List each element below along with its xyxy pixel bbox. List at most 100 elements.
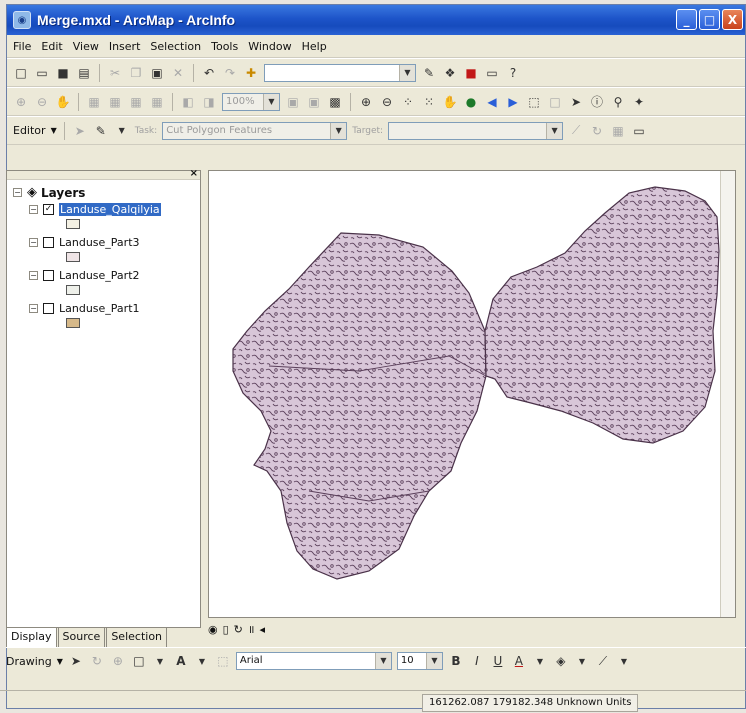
layout-pan-icon[interactable]: ✋ <box>55 94 71 110</box>
back-extent-layout-icon[interactable]: ◧ <box>180 94 196 110</box>
undo-icon[interactable]: ↶ <box>201 65 217 81</box>
editor-menu[interactable]: Editor <box>13 124 46 137</box>
pause-drawing-icon[interactable]: ॥ <box>248 622 255 637</box>
scroll-left-icon[interactable]: ◂ <box>259 623 265 636</box>
identify-icon[interactable]: ⓘ <box>589 94 605 110</box>
focus-data-frame-icon[interactable]: ▣ <box>306 94 322 110</box>
toggle-draft-icon[interactable]: ▣ <box>285 94 301 110</box>
new-document-icon[interactable]: □ <box>13 65 29 81</box>
rotate-icon[interactable]: ↻ <box>89 653 105 669</box>
layout-view-switch-icon[interactable]: ▯ <box>223 623 229 636</box>
menu-insert[interactable]: Insert <box>109 40 141 53</box>
sketch-tool-arrow-icon[interactable]: ▼ <box>114 123 130 139</box>
zoom-100-icon[interactable]: ▦ <box>107 94 123 110</box>
data-view-icon[interactable]: ◉ <box>208 623 218 636</box>
collapse-layer-icon[interactable]: − <box>29 205 38 214</box>
zoom-whole-page-icon[interactable]: ▦ <box>86 94 102 110</box>
split-tool-icon[interactable]: ⟋ <box>568 123 584 139</box>
menu-window[interactable]: Window <box>248 40 291 53</box>
select-elements-icon[interactable]: ➤ <box>568 94 584 110</box>
forward-extent-icon[interactable]: ▶ <box>505 94 521 110</box>
layer-row-landuse-qalqilyia[interactable]: − ✓ Landuse_Qalqilyia <box>29 202 161 217</box>
layer-visibility-checkbox[interactable]: ✓ <box>43 204 54 215</box>
cut-icon[interactable]: ✂ <box>107 65 123 81</box>
fill-color-icon[interactable]: ◈ <box>553 653 569 669</box>
redo-icon[interactable]: ↷ <box>222 65 238 81</box>
line-color-arrow-icon[interactable]: ▼ <box>616 653 632 669</box>
layer-symbol-swatch[interactable] <box>66 285 80 295</box>
map-vertical-scrollbar[interactable] <box>720 171 735 617</box>
layout-zoom-out-icon[interactable]: ⊖ <box>34 94 50 110</box>
fixed-zoom-in-icon[interactable]: ⁘ <box>400 94 416 110</box>
select-features-icon[interactable]: ⬚ <box>526 94 542 110</box>
menu-help[interactable]: Help <box>302 40 327 53</box>
fixed-zoom-out-layout-icon[interactable]: ▦ <box>149 94 165 110</box>
maximize-button[interactable]: □ <box>699 9 720 30</box>
map-display[interactable] <box>208 170 736 618</box>
scale-dropdown[interactable]: ▼ <box>264 63 416 82</box>
tab-source[interactable]: Source <box>57 628 106 648</box>
collapse-layer-icon[interactable]: − <box>29 271 38 280</box>
collapse-layer-icon[interactable]: − <box>29 304 38 313</box>
add-data-icon[interactable]: ✚ <box>243 65 259 81</box>
find-icon[interactable]: ⚲ <box>610 94 626 110</box>
underline-icon[interactable]: U <box>490 653 506 669</box>
attributes-icon[interactable]: ▦ <box>610 123 626 139</box>
close-button[interactable]: X <box>722 9 743 30</box>
layers-root-row[interactable]: − ◈ Layers <box>13 185 85 200</box>
layout-zoom-in-icon[interactable]: ⊕ <box>13 94 29 110</box>
font-color-arrow-icon[interactable]: ▼ <box>532 653 548 669</box>
collapse-layer-icon[interactable]: − <box>29 238 38 247</box>
fill-color-arrow-icon[interactable]: ▼ <box>574 653 590 669</box>
rectangle-icon[interactable]: □ <box>131 653 147 669</box>
layer-visibility-checkbox[interactable] <box>43 303 54 314</box>
delete-icon[interactable]: ✕ <box>170 65 186 81</box>
menu-file[interactable]: File <box>13 40 31 53</box>
font-dropdown[interactable]: Arial ▼ <box>235 652 392 670</box>
font-color-icon[interactable]: A <box>511 653 527 669</box>
task-dropdown[interactable]: Cut Polygon Features ▼ <box>162 121 348 140</box>
west-region-polygon[interactable] <box>232 232 487 580</box>
fixed-zoom-in-layout-icon[interactable]: ▦ <box>128 94 144 110</box>
layer-row-landuse-part2[interactable]: − Landuse_Part2 <box>29 268 140 283</box>
bold-icon[interactable]: B <box>448 653 464 669</box>
text-arrow-icon[interactable]: ▼ <box>194 653 210 669</box>
menu-edit[interactable]: Edit <box>41 40 62 53</box>
drawing-menu[interactable]: Drawing <box>6 655 52 668</box>
title-bar[interactable]: ◉ Merge.mxd - ArcMap - ArcInfo _ □ X <box>7 5 745 35</box>
minimize-button[interactable]: _ <box>676 9 697 30</box>
target-dropdown[interactable]: ▼ <box>388 121 564 140</box>
layer-row-landuse-part3[interactable]: − Landuse_Part3 <box>29 235 140 250</box>
layer-row-landuse-part1[interactable]: − Landuse_Part1 <box>29 301 140 316</box>
layer-visibility-checkbox[interactable] <box>43 270 54 281</box>
arccatalog-icon[interactable]: ❖ <box>442 65 458 81</box>
zoom-to-selected-icon[interactable]: ⊕ <box>110 653 126 669</box>
clear-selection-icon[interactable]: □ <box>547 94 563 110</box>
tab-selection[interactable]: Selection <box>106 628 168 648</box>
font-size-dropdown[interactable]: 10 ▼ <box>396 652 443 670</box>
layout-view-icon[interactable]: ▩ <box>327 94 343 110</box>
select-elements-icon[interactable]: ➤ <box>68 653 84 669</box>
new-text-icon[interactable]: A <box>173 653 189 669</box>
zoom-percent-dropdown[interactable]: 100% ▼ <box>222 92 280 111</box>
menu-selection[interactable]: Selection <box>150 40 201 53</box>
sketch-properties-icon[interactable]: ▭ <box>631 123 647 139</box>
full-extent-icon[interactable]: ● <box>463 94 479 110</box>
zoom-out-icon[interactable]: ⊖ <box>379 94 395 110</box>
back-extent-icon[interactable]: ◀ <box>484 94 500 110</box>
edit-vertices-icon[interactable]: ⬚ <box>215 653 231 669</box>
toc-close-icon[interactable]: × <box>190 168 198 179</box>
zoom-in-icon[interactable]: ⊕ <box>358 94 374 110</box>
save-icon[interactable]: ■ <box>55 65 71 81</box>
layer-symbol-swatch[interactable] <box>66 219 80 229</box>
editor-menu-arrow-icon[interactable]: ▼ <box>51 126 57 135</box>
rotate-tool-icon[interactable]: ↻ <box>589 123 605 139</box>
fixed-zoom-out-icon[interactable]: ⁙ <box>421 94 437 110</box>
sketch-tool-icon[interactable]: ✎ <box>93 123 109 139</box>
copy-icon[interactable]: ❐ <box>128 65 144 81</box>
layer-symbol-swatch[interactable] <box>66 318 80 328</box>
arctoolbox-icon[interactable]: ■ <box>463 65 479 81</box>
whats-this-icon[interactable]: ? <box>505 65 521 81</box>
command-line-icon[interactable]: ▭ <box>484 65 500 81</box>
italic-icon[interactable]: I <box>469 653 485 669</box>
